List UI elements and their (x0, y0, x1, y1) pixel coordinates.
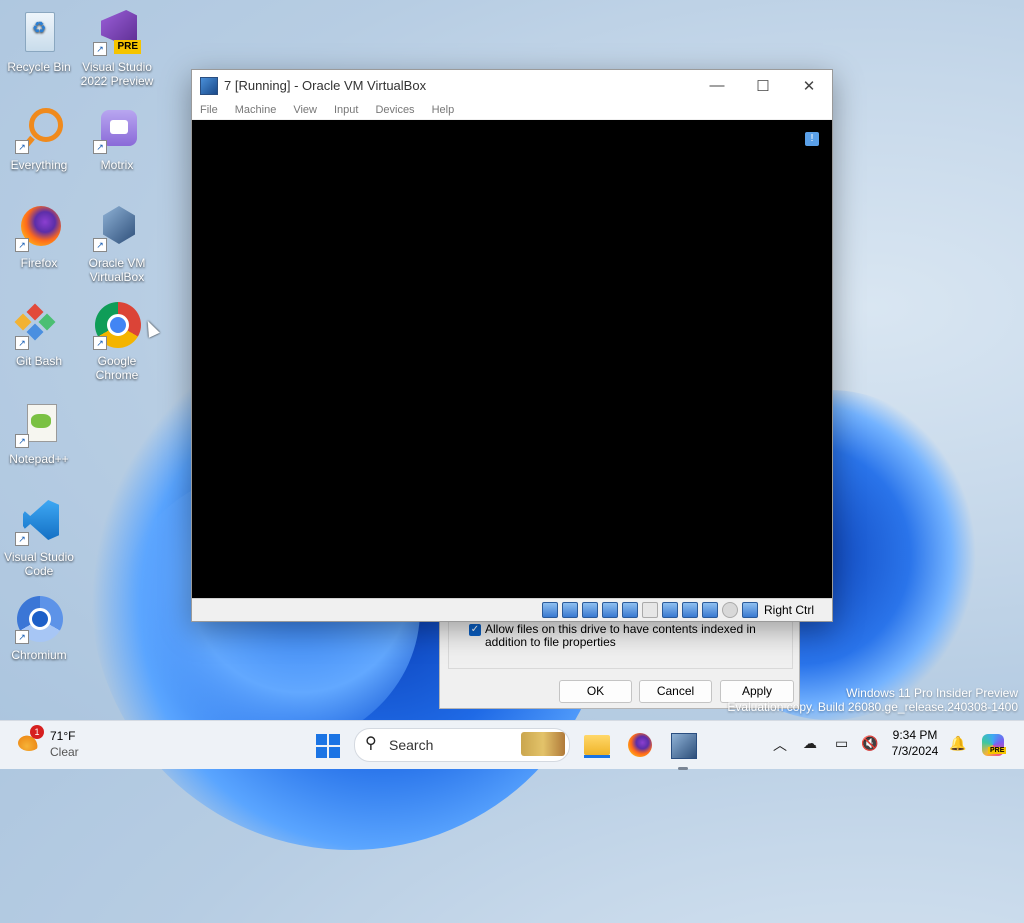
volume-muted-icon[interactable]: 🔇 (861, 735, 878, 752)
menu-file[interactable]: File (200, 104, 218, 116)
desktop-icon-label: Firefox (20, 256, 58, 270)
cpu-icon[interactable] (701, 602, 718, 618)
windows-watermark: Windows 11 Pro Insider Preview Evaluatio… (727, 686, 1018, 714)
optical-drive-icon[interactable] (561, 602, 578, 618)
everything-search-icon: ↗ (15, 106, 63, 154)
minimize-button[interactable]: — (694, 70, 740, 101)
weather-widget[interactable]: 1 71°F Clear (16, 725, 106, 763)
git-bash-icon: ↗ (14, 302, 63, 350)
audio-icon[interactable] (581, 602, 598, 618)
network-icon[interactable] (601, 602, 618, 618)
menu-devices[interactable]: Devices (375, 104, 414, 116)
attributes-group: ✓ Allow files on this drive to have cont… (448, 621, 793, 669)
search-placeholder: Search (389, 737, 434, 753)
keyboard-icon[interactable] (741, 602, 758, 618)
index-checkbox-label: Allow files on this drive to have conten… (485, 622, 756, 649)
desktop-icon-label: Visual Studio Code (4, 550, 74, 578)
notepadpp-icon: ↗ (15, 400, 63, 448)
windows-logo-icon (316, 734, 340, 758)
network-icon[interactable]: ▭ (835, 735, 848, 752)
desktop-icon-motrix[interactable]: ↗ Motrix (78, 106, 156, 172)
desktop-icon-label: Chromium (11, 648, 67, 662)
desktop-icon-virtualbox[interactable]: ↗ Oracle VM VirtualBox (78, 204, 156, 284)
recycle-bin-icon: ♻ (15, 8, 63, 56)
copilot-icon[interactable]: PRE (978, 729, 1008, 759)
recording-icon[interactable] (681, 602, 698, 618)
close-button[interactable]: ✕ (786, 70, 832, 101)
desktop-icon-everything[interactable]: ↗ Everything (0, 106, 78, 172)
firefox-icon[interactable] (625, 729, 655, 759)
file-explorer-icon[interactable] (582, 729, 612, 759)
desktop-icon-google-chrome[interactable]: ↗ Google Chrome (78, 302, 156, 382)
index-checkbox[interactable]: ✓ (469, 624, 481, 636)
desktop-icon-recycle-bin[interactable]: ♻ Recycle Bin (0, 8, 78, 74)
search-highlight-icon (521, 732, 565, 756)
desktop-icon-firefox[interactable]: ↗ Firefox (0, 204, 78, 270)
menu-view[interactable]: View (293, 104, 317, 116)
usb-icon[interactable] (621, 602, 638, 618)
system-clock[interactable]: 9:34 PM 7/3/2024 (886, 727, 944, 759)
firefox-icon: ↗ (15, 204, 63, 252)
desktop-icon-label: Google Chrome (95, 354, 139, 382)
menu-bar: File Machine View Input Devices Help (192, 101, 832, 119)
clock-date: 7/3/2024 (891, 744, 939, 758)
chromium-icon: ↗ (15, 596, 63, 644)
desktop-icon-label: Visual Studio 2022 Preview (80, 60, 154, 88)
hard-disk-icon[interactable] (541, 602, 558, 618)
preview-badge: PRE (114, 40, 141, 54)
ok-button[interactable]: OK (559, 680, 632, 703)
weather-condition: Clear (50, 745, 79, 759)
desktop-icon-label: Oracle VM VirtualBox (88, 256, 146, 284)
virtualbox-vm-window[interactable]: 7 [Running] - Oracle VM VirtualBox — ☐ ✕… (191, 69, 833, 622)
window-title: 7 [Running] - Oracle VM VirtualBox (224, 78, 427, 93)
search-icon: ⚲ (365, 735, 377, 752)
desktop-icon-label: Recycle Bin (7, 60, 71, 74)
mouse-integration-icon[interactable] (721, 602, 738, 618)
start-button[interactable] (314, 729, 344, 759)
status-bar: Right Ctrl (192, 598, 832, 621)
visual-studio-icon: PRE ↗ (93, 8, 141, 56)
taskbar: 1 71°F Clear ⚲ Search ︿ ☁ ▭ 🔇 9:34 PM 7/… (0, 720, 1024, 770)
cancel-button[interactable]: Cancel (639, 680, 712, 703)
virtualbox-icon: ↗ (93, 204, 141, 252)
menu-input[interactable]: Input (334, 104, 358, 116)
virtualbox-icon[interactable] (668, 729, 698, 770)
desktop-icon-label: Notepad++ (9, 452, 69, 466)
vm-display[interactable]: ! (192, 120, 832, 599)
taskbar-search[interactable]: ⚲ Search (354, 728, 570, 762)
onedrive-offline-icon[interactable]: ☁ (803, 735, 817, 752)
chrome-icon: ↗ (93, 302, 141, 350)
title-bar[interactable]: 7 [Running] - Oracle VM VirtualBox — ☐ ✕ (192, 70, 832, 101)
shared-folder-icon[interactable] (641, 602, 658, 618)
display-icon[interactable] (661, 602, 678, 618)
weather-badge: 1 (30, 725, 44, 739)
desktop-icon-label: Motrix (100, 158, 134, 172)
menu-machine[interactable]: Machine (235, 104, 277, 116)
weather-temp: 71°F (50, 729, 76, 743)
notification-bell-icon[interactable]: 🔔 (949, 735, 966, 752)
clock-time: 9:34 PM (892, 728, 938, 742)
desktop-icon-chromium[interactable]: ↗ Chromium (0, 596, 78, 662)
desktop-icon-label: Git Bash (15, 354, 63, 368)
desktop-icon-label: Everything (10, 158, 68, 172)
desktop-icon-notepadpp[interactable]: ↗ Notepad++ (0, 400, 78, 466)
maximize-button[interactable]: ☐ (740, 70, 786, 101)
menu-help[interactable]: Help (432, 104, 455, 116)
host-key-label: Right Ctrl (763, 603, 814, 617)
desktop-icon-visual-studio[interactable]: PRE ↗ Visual Studio 2022 Preview (78, 8, 156, 88)
desktop-icon-git-bash[interactable]: ↗ Git Bash (0, 302, 78, 368)
notification-icon[interactable]: ! (805, 132, 819, 146)
virtualbox-icon (200, 76, 218, 95)
vscode-icon: ↗ (15, 498, 63, 546)
desktop-icon-vscode[interactable]: ↗ Visual Studio Code (0, 498, 78, 578)
chevron-up-icon[interactable]: ︿ (773, 735, 787, 755)
motrix-icon: ↗ (93, 106, 141, 154)
